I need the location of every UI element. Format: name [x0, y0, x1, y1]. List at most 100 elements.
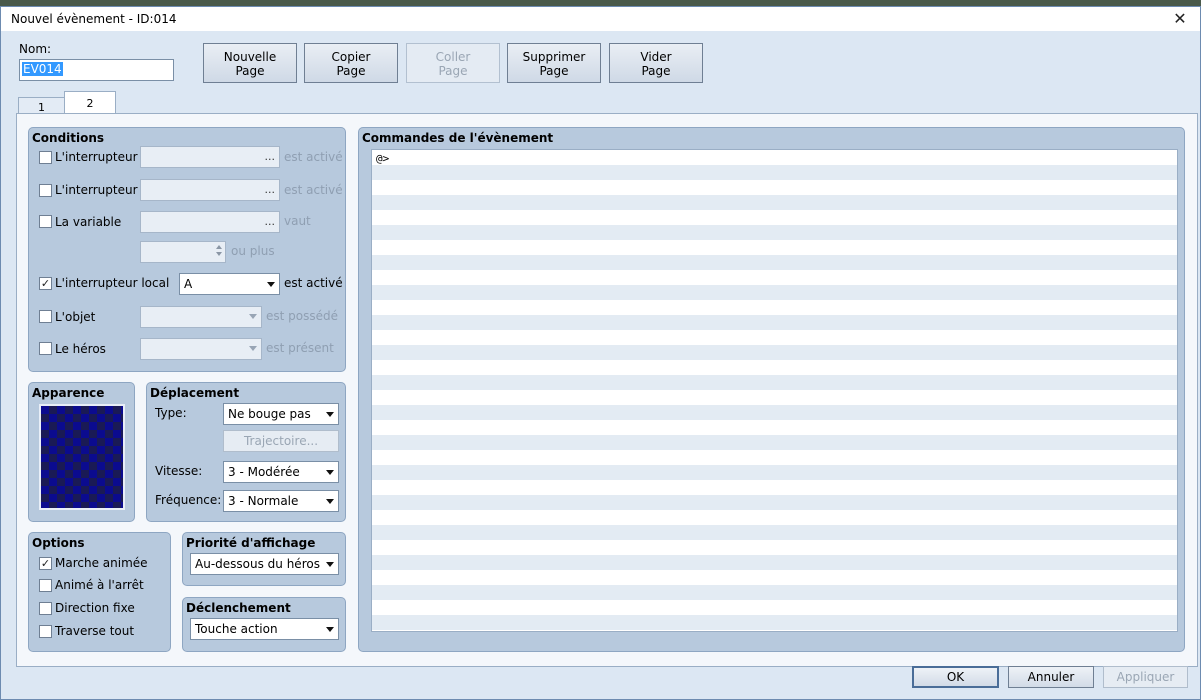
switch1-suffix: est activé	[284, 150, 343, 164]
movement-type-value: Ne bouge pas	[228, 407, 311, 421]
variable-checkbox[interactable]	[39, 215, 52, 228]
variable-number-field[interactable]	[140, 241, 226, 263]
switch1-field[interactable]: ...	[140, 146, 280, 168]
conditions-group: Conditions L'interrupteur ... est activé…	[28, 127, 346, 372]
chevron-down-icon	[249, 314, 257, 319]
delete-page-button[interactable]: Supprimer Page	[507, 43, 601, 83]
item-suffix: est possédé	[266, 309, 338, 323]
frequency-label: Fréquence:	[155, 493, 222, 507]
stepping-anim-label: Animé à l'arrêt	[55, 578, 144, 592]
spinner-icon[interactable]	[215, 244, 223, 260]
variable-number-suffix: ou plus	[231, 244, 275, 258]
trigger-group: Déclenchement Touche action	[182, 597, 346, 652]
ellipsis-icon: ...	[264, 183, 276, 196]
ellipsis-icon: ...	[264, 215, 276, 228]
commands-title: Commandes de l'évènement	[362, 131, 554, 145]
variable-label: La variable	[55, 215, 122, 229]
paste-page-label-2: Page	[438, 64, 468, 78]
direction-fix-checkbox[interactable]	[39, 602, 52, 615]
priority-select[interactable]: Au-dessous du héros	[190, 553, 339, 575]
new-page-button[interactable]: Nouvelle Page	[203, 43, 297, 83]
event-editor-dialog: Nouvel évènement - ID:014 ✕ Nom: EV014 N…	[0, 6, 1201, 700]
switch1-label: L'interrupteur	[55, 150, 138, 164]
command-list[interactable]: @>	[371, 149, 1178, 632]
actor-checkbox[interactable]	[39, 342, 52, 355]
switch1-checkbox[interactable]	[39, 151, 52, 164]
self-switch-checkbox[interactable]: ✓	[39, 277, 52, 290]
name-label: Nom:	[19, 42, 52, 56]
cancel-button[interactable]: Annuler	[1008, 666, 1094, 688]
direction-fix-label: Direction fixe	[55, 601, 135, 615]
actor-suffix: est présent	[266, 341, 334, 355]
walking-anim-label: Marche animée	[55, 556, 148, 570]
new-page-label-2: Page	[235, 64, 265, 78]
switch2-suffix: est activé	[284, 183, 343, 197]
switch2-label: L'interrupteur	[55, 183, 138, 197]
close-icon[interactable]: ✕	[1170, 9, 1190, 29]
delete-page-label-1: Supprimer	[522, 50, 586, 64]
movement-title: Déplacement	[150, 386, 240, 400]
conditions-title: Conditions	[32, 131, 105, 145]
chevron-down-icon	[326, 470, 334, 475]
frequency-value: 3 - Normale	[228, 494, 299, 508]
chevron-down-icon	[249, 346, 257, 351]
route-button[interactable]: Trajectoire...	[223, 430, 339, 452]
variable-field[interactable]: ...	[140, 211, 280, 233]
appearance-image[interactable]	[39, 404, 125, 510]
walking-anim-checkbox[interactable]: ✓	[39, 557, 52, 570]
self-switch-suffix: est activé	[284, 276, 343, 290]
clear-page-button[interactable]: Vider Page	[609, 43, 703, 83]
commands-group: Commandes de l'évènement @>	[358, 127, 1185, 652]
item-select[interactable]	[140, 306, 262, 328]
speed-select[interactable]: 3 - Modérée	[223, 461, 339, 483]
switch2-checkbox[interactable]	[39, 184, 52, 197]
self-switch-select[interactable]: A	[179, 273, 280, 295]
copy-page-label-1: Copier	[331, 50, 371, 64]
self-switch-value: A	[184, 277, 193, 291]
trigger-select[interactable]: Touche action	[190, 618, 339, 640]
speed-label: Vitesse:	[155, 464, 203, 478]
paste-page-label-1: Coller	[435, 50, 471, 64]
command-line[interactable]: @>	[376, 152, 389, 165]
tab-page-2[interactable]: 2	[64, 91, 116, 115]
delete-page-label-2: Page	[539, 64, 569, 78]
title-bar: Nouvel évènement - ID:014 ✕	[1, 7, 1200, 31]
window-title: Nouvel évènement - ID:014	[11, 12, 177, 26]
apply-button[interactable]: Appliquer	[1103, 666, 1188, 688]
variable-suffix: vaut	[284, 214, 311, 228]
chevron-down-icon	[326, 499, 334, 504]
appearance-title: Apparence	[32, 386, 105, 400]
item-label: L'objet	[55, 310, 96, 324]
trigger-title: Déclenchement	[186, 601, 291, 615]
through-checkbox[interactable]	[39, 625, 52, 638]
ok-button[interactable]: OK	[912, 666, 999, 688]
copy-page-button[interactable]: Copier Page	[304, 43, 398, 83]
trigger-value: Touche action	[195, 622, 278, 636]
ellipsis-icon: ...	[264, 150, 276, 163]
copy-page-label-2: Page	[336, 64, 366, 78]
priority-title: Priorité d'affichage	[186, 536, 316, 550]
chevron-down-icon	[326, 562, 334, 567]
priority-value: Au-dessous du héros	[195, 557, 320, 571]
appearance-group: Apparence	[28, 382, 135, 522]
name-value: EV014	[22, 62, 63, 76]
priority-group: Priorité d'affichage Au-dessous du héros	[182, 532, 346, 586]
switch2-field[interactable]: ...	[140, 179, 280, 201]
through-label: Traverse tout	[55, 624, 135, 638]
new-page-label-1: Nouvelle	[223, 50, 277, 64]
options-title: Options	[32, 536, 85, 550]
clear-page-label-1: Vider	[640, 50, 672, 64]
movement-group: Déplacement Type: Ne bouge pas Trajectoi…	[146, 382, 346, 522]
clear-page-label-2: Page	[641, 64, 671, 78]
chevron-down-icon	[326, 412, 334, 417]
movement-type-select[interactable]: Ne bouge pas	[223, 403, 339, 425]
self-switch-label: L'interrupteur local	[55, 276, 170, 290]
options-group: Options ✓ Marche animée Animé à l'arrêt …	[28, 532, 171, 652]
name-input[interactable]: EV014	[19, 59, 174, 81]
frequency-select[interactable]: 3 - Normale	[223, 490, 339, 512]
paste-page-button[interactable]: Coller Page	[406, 43, 500, 83]
item-checkbox[interactable]	[39, 310, 52, 323]
actor-select[interactable]	[140, 338, 262, 360]
stepping-anim-checkbox[interactable]	[39, 579, 52, 592]
page-panel: Conditions L'interrupteur ... est activé…	[16, 113, 1198, 667]
